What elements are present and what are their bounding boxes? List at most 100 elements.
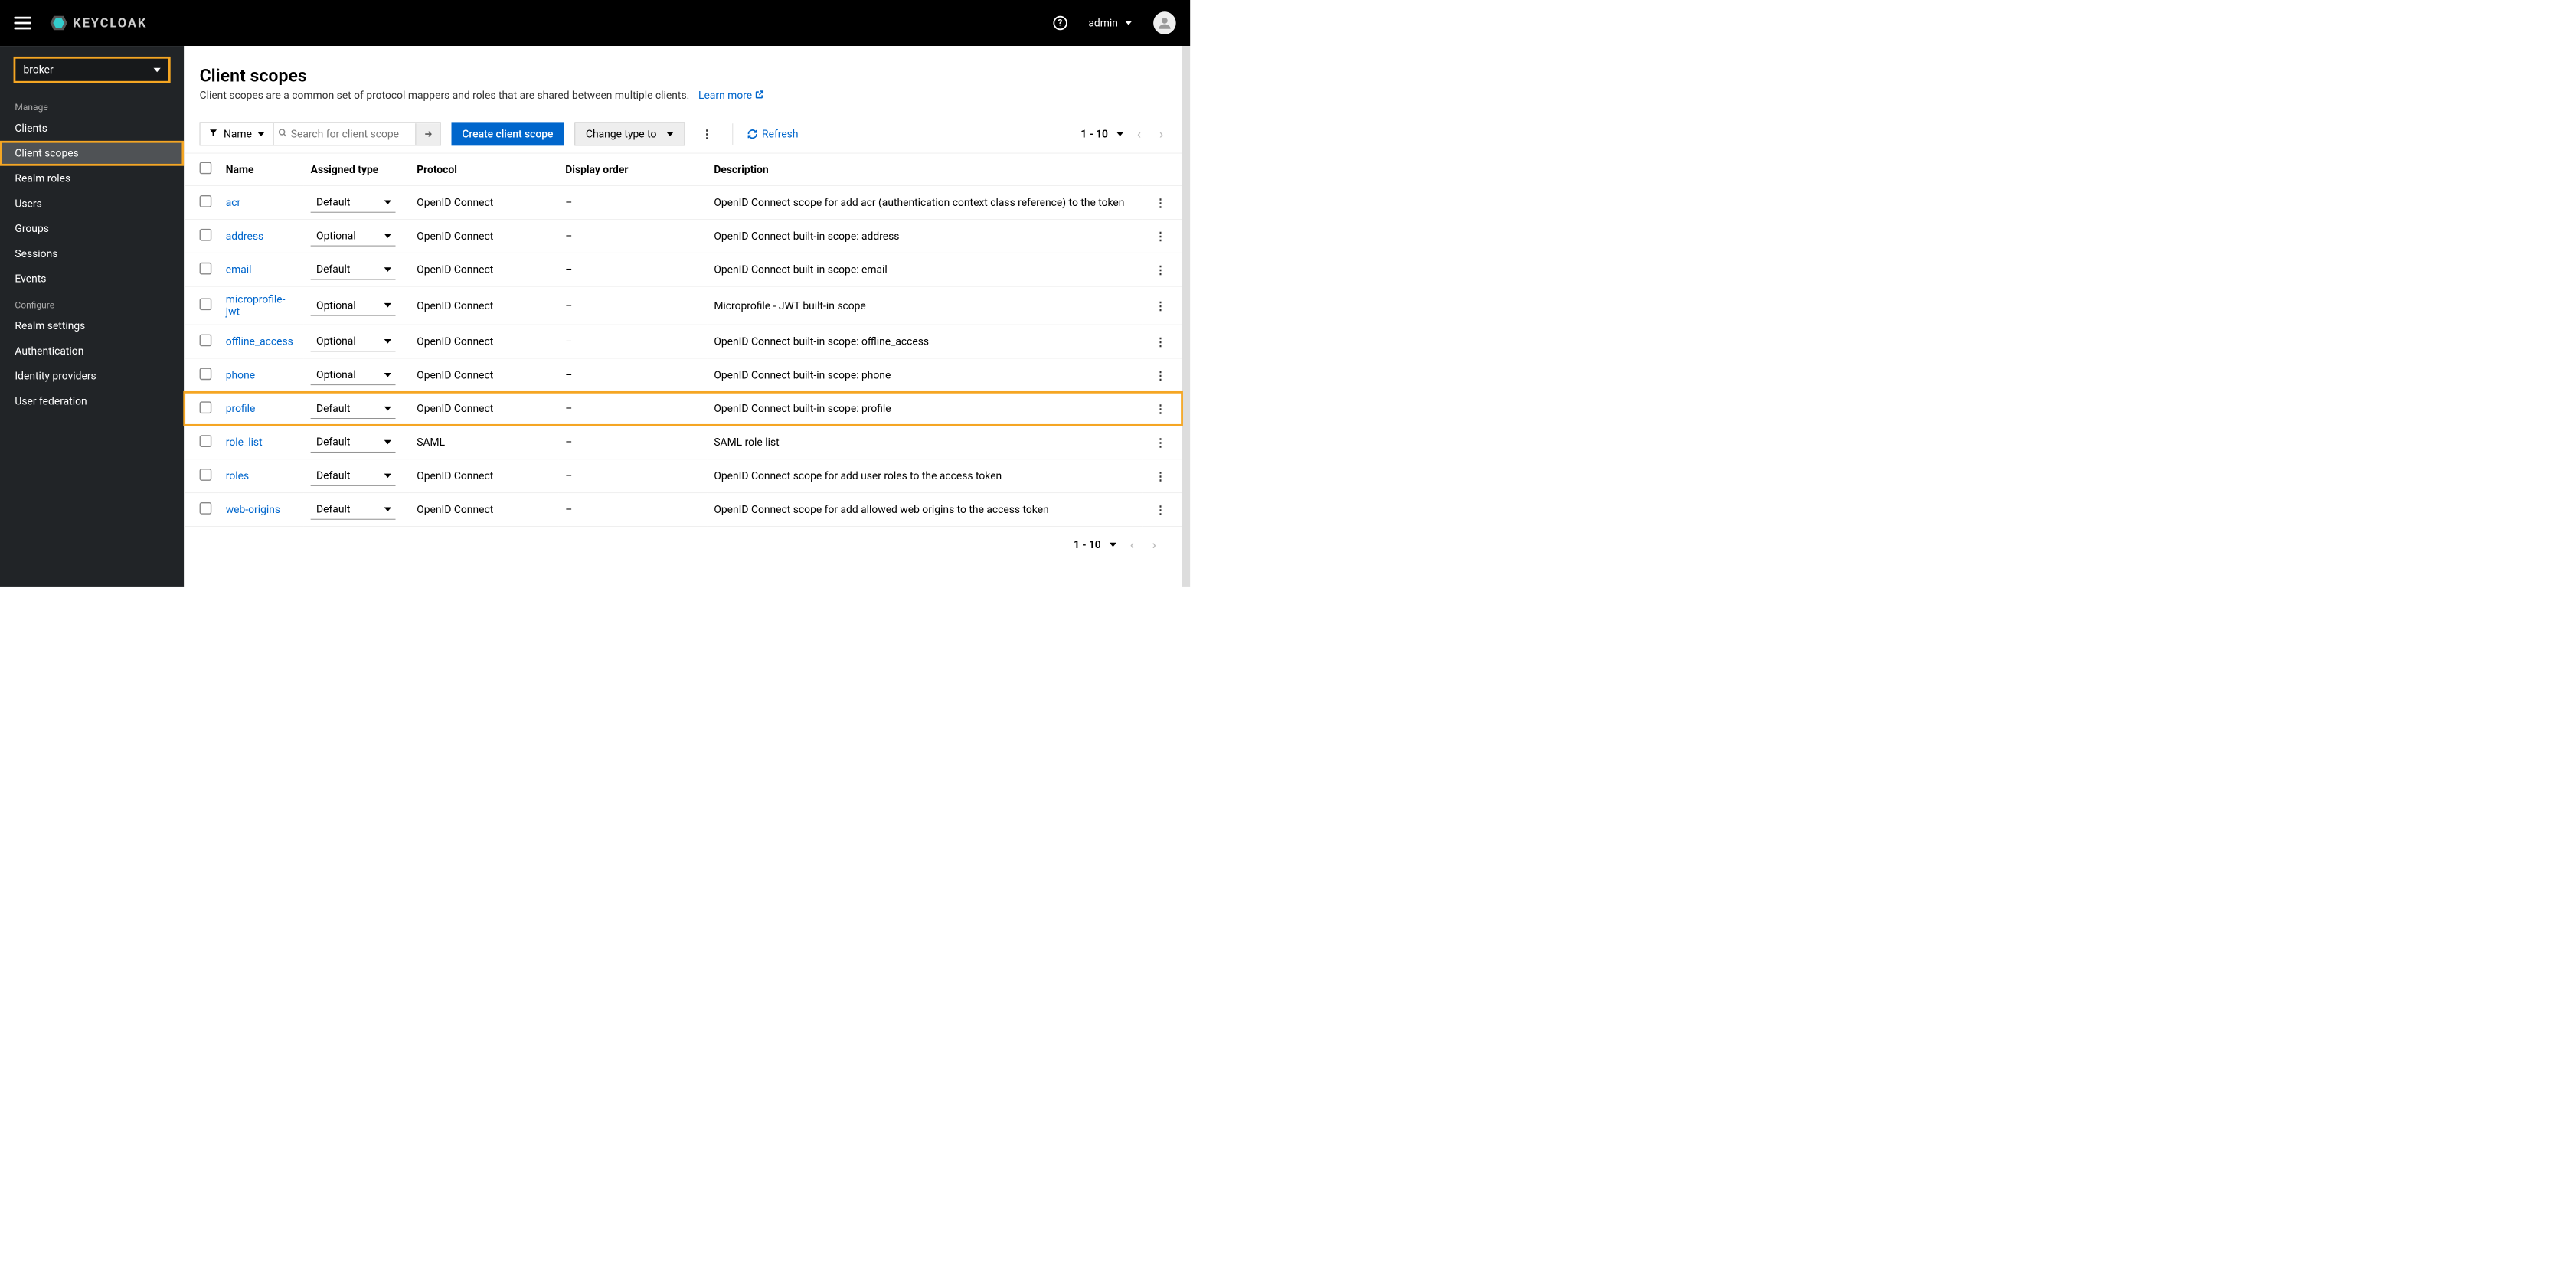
- col-header-protocol[interactable]: Protocol: [410, 154, 558, 186]
- col-header-description[interactable]: Description: [707, 154, 1142, 186]
- col-header-assigned-type[interactable]: Assigned type: [303, 154, 410, 186]
- brand-logo[interactable]: KEYCLOAK: [49, 13, 148, 33]
- sidebar-item-client-scopes[interactable]: Client scopes: [0, 141, 184, 166]
- scope-name-link[interactable]: offline_access: [226, 335, 293, 348]
- realm-selector[interactable]: broker: [14, 57, 171, 83]
- row-checkbox[interactable]: [200, 435, 212, 447]
- next-page-button[interactable]: ›: [1155, 126, 1169, 141]
- change-type-dropdown[interactable]: Change type to: [574, 122, 685, 145]
- avatar[interactable]: [1153, 11, 1176, 34]
- search-submit-button[interactable]: [415, 123, 440, 145]
- user-menu[interactable]: admin: [1088, 17, 1132, 29]
- page-description: Client scopes are a common set of protoc…: [200, 89, 1169, 102]
- display-order-cell: –: [558, 358, 707, 392]
- table-row: phoneOptionalOpenID Connect–OpenID Conne…: [184, 358, 1182, 392]
- scope-name-link[interactable]: profile: [226, 403, 256, 415]
- protocol-cell: OpenID Connect: [410, 286, 558, 325]
- scope-name-link[interactable]: email: [226, 263, 252, 276]
- select-all-checkbox[interactable]: [200, 162, 212, 175]
- col-header-name[interactable]: Name: [219, 154, 304, 186]
- learn-more-link[interactable]: Learn more: [698, 89, 765, 101]
- sidebar-item-authentication[interactable]: Authentication: [0, 338, 184, 364]
- assigned-type-select[interactable]: Default: [311, 499, 396, 519]
- scope-name-link[interactable]: acr: [226, 196, 240, 208]
- sidebar-item-identity-providers[interactable]: Identity providers: [0, 364, 184, 389]
- filter-dropdown[interactable]: Name: [200, 122, 274, 145]
- scope-name-link[interactable]: web-origins: [226, 503, 280, 515]
- assigned-type-select[interactable]: Optional: [311, 332, 396, 351]
- sidebar-item-groups[interactable]: Groups: [0, 216, 184, 241]
- row-kebab-icon[interactable]: ⋮: [1149, 469, 1172, 483]
- row-kebab-icon[interactable]: ⋮: [1149, 368, 1172, 382]
- row-checkbox[interactable]: [200, 334, 212, 346]
- assigned-type-select[interactable]: Optional: [311, 365, 396, 385]
- sidebar-item-sessions[interactable]: Sessions: [0, 241, 184, 266]
- nav-section-label: Manage: [0, 93, 184, 116]
- row-checkbox[interactable]: [200, 502, 212, 515]
- sidebar-item-users[interactable]: Users: [0, 191, 184, 216]
- row-checkbox[interactable]: [200, 229, 212, 241]
- protocol-cell: OpenID Connect: [410, 459, 558, 493]
- help-icon[interactable]: ?: [1053, 16, 1067, 30]
- assigned-type-select[interactable]: Default: [311, 192, 396, 212]
- display-order-cell: –: [558, 253, 707, 286]
- description-cell: OpenID Connect scope for add user roles …: [707, 459, 1142, 493]
- scope-name-link[interactable]: microprofile-jwt: [226, 293, 286, 318]
- display-order-cell: –: [558, 286, 707, 325]
- protocol-cell: OpenID Connect: [410, 325, 558, 358]
- row-checkbox[interactable]: [200, 401, 212, 413]
- sidebar-item-user-federation[interactable]: User federation: [0, 389, 184, 414]
- create-client-scope-button[interactable]: Create client scope: [451, 122, 564, 145]
- caret-down-icon: [154, 67, 161, 72]
- caret-down-icon: [384, 507, 391, 511]
- assigned-type-select[interactable]: Default: [311, 466, 396, 485]
- client-scopes-table: Name Assigned type Protocol Display orde…: [184, 154, 1182, 527]
- row-kebab-icon[interactable]: ⋮: [1149, 230, 1172, 243]
- row-kebab-icon[interactable]: ⋮: [1149, 402, 1172, 416]
- row-checkbox[interactable]: [200, 195, 212, 207]
- row-kebab-icon[interactable]: ⋮: [1149, 263, 1172, 277]
- row-kebab-icon[interactable]: ⋮: [1149, 503, 1172, 517]
- sidebar-item-realm-roles[interactable]: Realm roles: [0, 166, 184, 191]
- search-icon: [278, 128, 287, 139]
- row-kebab-icon[interactable]: ⋮: [1149, 196, 1172, 210]
- hamburger-menu-icon[interactable]: [14, 17, 31, 30]
- bottom-pager: 1 - 10 ‹ ›: [184, 527, 1182, 563]
- assigned-type-select[interactable]: Optional: [311, 226, 396, 246]
- row-checkbox[interactable]: [200, 368, 212, 380]
- page-range: 1 - 10: [1080, 128, 1108, 140]
- row-kebab-icon[interactable]: ⋮: [1149, 299, 1172, 312]
- refresh-button[interactable]: Refresh: [747, 128, 799, 140]
- caret-down-icon[interactable]: [1116, 132, 1123, 136]
- toolbar-kebab-icon[interactable]: ⋮: [695, 127, 718, 141]
- sidebar-item-clients[interactable]: Clients: [0, 116, 184, 141]
- assigned-type-select[interactable]: Default: [311, 399, 396, 419]
- next-page-button[interactable]: ›: [1147, 537, 1161, 552]
- caret-down-icon: [384, 303, 391, 308]
- row-checkbox[interactable]: [200, 469, 212, 481]
- scope-name-link[interactable]: address: [226, 230, 263, 242]
- keycloak-logo-icon: [49, 13, 69, 33]
- description-cell: OpenID Connect scope for add acr (authen…: [707, 186, 1142, 220]
- caret-down-icon: [384, 200, 391, 204]
- realm-selected-label: broker: [23, 64, 53, 76]
- assigned-type-select[interactable]: Default: [311, 260, 396, 279]
- assigned-type-select[interactable]: Default: [311, 433, 396, 453]
- scope-name-link[interactable]: role_list: [226, 436, 263, 449]
- sidebar-item-realm-settings[interactable]: Realm settings: [0, 313, 184, 338]
- row-kebab-icon[interactable]: ⋮: [1149, 436, 1172, 449]
- row-checkbox[interactable]: [200, 263, 212, 275]
- scope-name-link[interactable]: phone: [226, 369, 255, 381]
- prev-page-button[interactable]: ‹: [1132, 126, 1146, 141]
- scope-name-link[interactable]: roles: [226, 470, 249, 482]
- protocol-cell: OpenID Connect: [410, 358, 558, 392]
- row-checkbox[interactable]: [200, 299, 212, 311]
- caret-down-icon[interactable]: [1110, 543, 1116, 547]
- caret-down-icon: [257, 132, 264, 136]
- prev-page-button[interactable]: ‹: [1125, 537, 1139, 552]
- row-kebab-icon[interactable]: ⋮: [1149, 335, 1172, 348]
- sidebar-item-events[interactable]: Events: [0, 266, 184, 292]
- col-header-display-order[interactable]: Display order: [558, 154, 707, 186]
- assigned-type-select[interactable]: Optional: [311, 296, 396, 315]
- search-input[interactable]: [274, 123, 416, 145]
